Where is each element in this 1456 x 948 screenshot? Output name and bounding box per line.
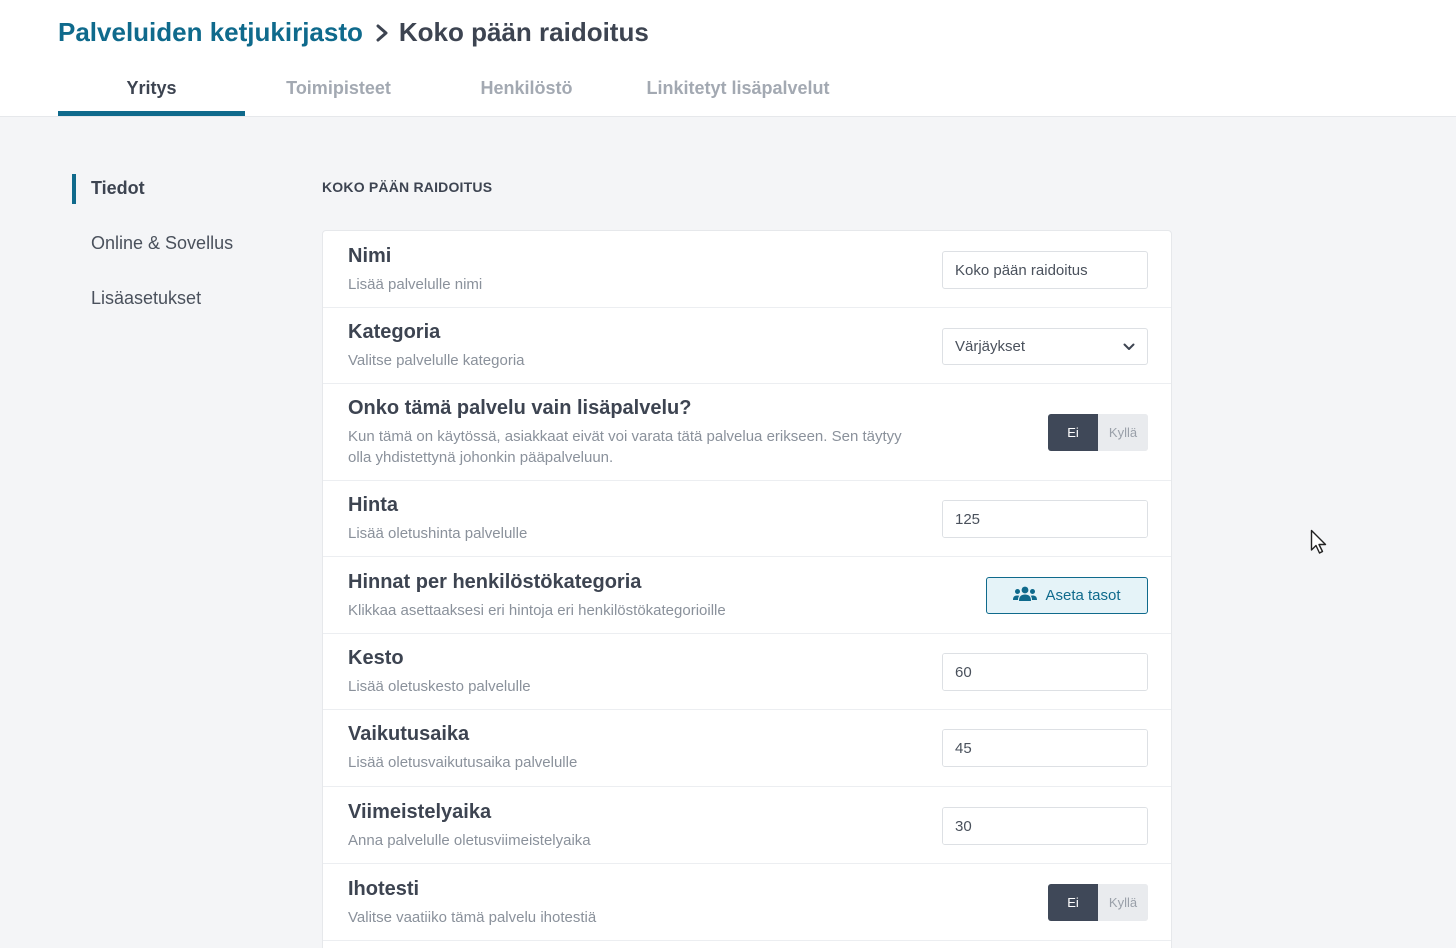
field-description: Lisää palvelulle nimi — [348, 276, 483, 293]
addon-only-toggle: Ei Kyllä — [1048, 414, 1148, 451]
price-input-group: € — [942, 500, 1148, 538]
processing-input-group: min — [942, 729, 1148, 767]
field-title: Nimi — [348, 245, 392, 267]
field-title: Vaikutusaika — [348, 723, 470, 745]
set-levels-button[interactable]: Aseta tasot — [986, 577, 1148, 614]
category-select[interactable]: Värjäykset — [942, 328, 1148, 365]
form-row-category: Kategoria Valitse palvelulle kategoria V… — [323, 308, 1171, 384]
field-title: Kategoria — [348, 321, 441, 343]
form-row-staff-prices: Hinnat per henkilöstökategoria Klikkaa a… — [323, 557, 1171, 634]
sidebar-item-online-sovellus[interactable]: Online & Sovellus — [91, 233, 233, 254]
field-title: Onko tämä palvelu vain lisäpalvelu? — [348, 397, 692, 419]
page-title: Koko pään raidoitus — [398, 17, 649, 47]
users-icon — [1013, 586, 1038, 606]
field-title: Kesto — [348, 647, 404, 669]
chevron-right-icon — [375, 24, 389, 42]
name-input[interactable] — [942, 251, 1148, 289]
field-title: Hinnat per henkilöstökategoria — [348, 571, 642, 593]
field-description: Lisää oletushinta palvelulle — [348, 525, 528, 542]
active-tab-indicator — [58, 111, 245, 116]
field-description: Klikkaa asettaaksesi eri hintoja eri hen… — [348, 602, 726, 619]
duration-input-group: min — [942, 653, 1148, 691]
price-input[interactable] — [943, 501, 1147, 537]
skin-test-toggle: Ei Kyllä — [1048, 884, 1148, 921]
field-description: Valitse vaatiiko tämä palvelu ihotestiä — [348, 909, 597, 926]
form-row-price: Hinta Lisää oletushinta palvelulle € — [323, 481, 1171, 557]
finishing-time-input[interactable] — [943, 808, 1147, 844]
active-side-indicator — [72, 174, 76, 204]
finishing-input-group: min — [942, 807, 1148, 845]
field-title: Ihotesti — [348, 878, 420, 900]
addon-only-no-option[interactable]: Ei — [1048, 414, 1098, 451]
processing-time-input[interactable] — [943, 730, 1147, 766]
form-row-skin-test: Ihotesti Valitse vaatiiko tämä palvelu i… — [323, 864, 1171, 941]
breadcrumb-root-link[interactable]: Palveluiden ketjukirjasto — [58, 17, 363, 48]
field-description: Anna palvelulle oletusviimeistelyaika — [348, 832, 591, 849]
field-title: Viimeistelyaika — [348, 801, 492, 823]
mouse-cursor-icon — [1310, 529, 1328, 560]
field-description: Kun tämä on käytössä, asiakkaat eivät vo… — [348, 428, 902, 466]
page-header: Palveluiden ketjukirjasto Koko pään raid… — [0, 0, 1456, 117]
category-select-value: Värjäykset — [955, 338, 1026, 355]
skin-test-yes-option[interactable]: Kyllä — [1098, 884, 1148, 921]
tab-yritys[interactable]: Yritys — [58, 78, 245, 99]
sidebar-item-tiedot[interactable]: Tiedot — [91, 178, 145, 199]
tab-henkilosto[interactable]: Henkilöstö — [433, 78, 620, 99]
field-description: Lisää oletuskesto palvelulle — [348, 678, 531, 695]
addon-only-yes-option[interactable]: Kyllä — [1098, 414, 1148, 451]
section-title: KOKO PÄÄN RAIDOITUS — [322, 179, 493, 195]
form-row-finishing-time: Viimeistelyaika Anna palvelulle oletusvi… — [323, 787, 1171, 864]
form-row-name: Nimi Lisää palvelulle nimi — [323, 231, 1171, 308]
skin-test-no-option[interactable]: Ei — [1048, 884, 1098, 921]
set-levels-button-label: Aseta tasot — [1045, 587, 1121, 604]
form-row-duration: Kesto Lisää oletuskesto palvelulle min — [323, 634, 1171, 710]
breadcrumb: Palveluiden ketjukirjasto Koko pään raid… — [58, 17, 649, 48]
duration-input[interactable] — [943, 654, 1147, 690]
tab-toimipisteet[interactable]: Toimipisteet — [245, 78, 432, 99]
field-description: Valitse palvelulle kategoria — [348, 352, 525, 369]
form-row-addon-only: Onko tämä palvelu vain lisäpalvelu? Kun … — [323, 384, 1171, 481]
field-description: Lisää oletusvaikutusaika palvelulle — [348, 754, 578, 771]
field-title: Hinta — [348, 494, 398, 516]
tab-linkitetyt-lisapalvelut[interactable]: Linkitetyt lisäpalvelut — [620, 78, 856, 99]
chevron-down-icon — [1123, 338, 1135, 355]
sidebar-item-lisaasetukset[interactable]: Lisäasetukset — [91, 288, 201, 309]
service-form-card: Nimi Lisää palvelulle nimi Kategoria Val… — [322, 230, 1172, 948]
form-row-processing-time: Vaikutusaika Lisää oletusvaikutusaika pa… — [323, 710, 1171, 787]
